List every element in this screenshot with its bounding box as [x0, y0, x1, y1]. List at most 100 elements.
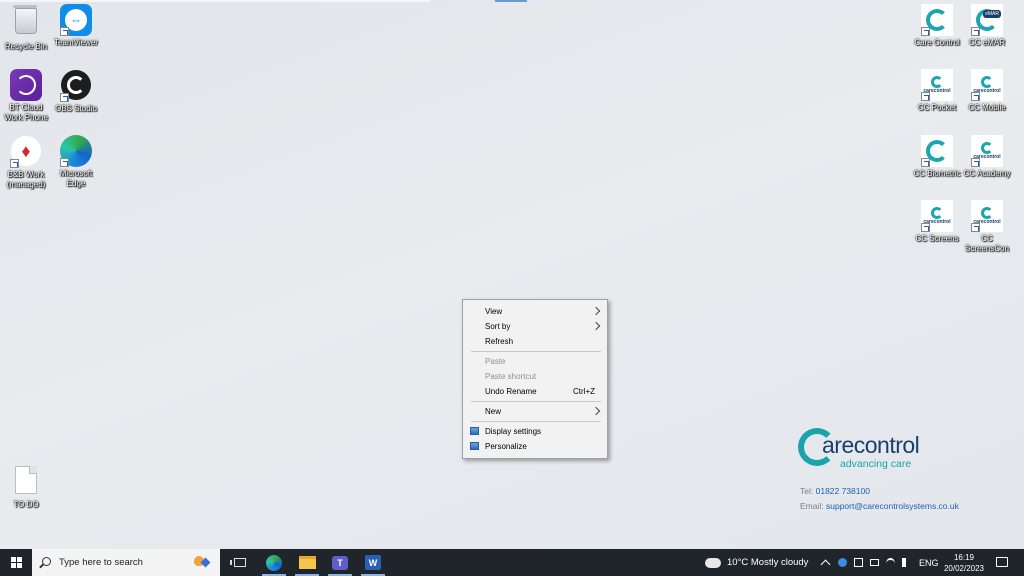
menu-item-refresh[interactable]: Refresh: [463, 334, 607, 349]
menu-item-undo-rename[interactable]: Undo Rename Ctrl+Z: [463, 384, 607, 399]
desktop-icon-label: Recycle Bin: [4, 42, 48, 51]
desktop-icon-cc-academy[interactable]: carecontrol CC Academy: [961, 135, 1013, 179]
tel-value: 01822 738100: [815, 486, 870, 496]
windows-logo-icon: [10, 557, 22, 568]
word-icon: W: [365, 555, 381, 570]
edge-icon: [266, 554, 282, 571]
clock-date: 20/02/2023: [943, 564, 985, 573]
top-edge-marker: [495, 0, 527, 2]
menu-item-label: Undo Rename: [485, 387, 537, 396]
menu-item-label: Refresh: [485, 337, 514, 346]
menu-item-paste[interactable]: Paste: [463, 354, 607, 369]
menu-item-new[interactable]: New: [463, 404, 607, 419]
shortcut-arrow-icon: [60, 27, 69, 36]
desktop-icon-label: CC ScreensCon: [964, 234, 1010, 253]
desktop-icon-obs-studio[interactable]: OBS Studio: [50, 69, 102, 114]
weather-text: 10°C Mostly cloudy: [727, 557, 809, 568]
chevron-up-icon: [820, 559, 831, 570]
desktop-icon-bb-work[interactable]: ♦ B&B Work (managed): [0, 135, 52, 190]
desktop[interactable]: Recycle Bin ⇔ TeamViewer BT Cloud Work P…: [0, 0, 1024, 549]
shortcut-arrow-icon: [921, 27, 930, 36]
task-view-icon: [230, 558, 246, 567]
desktop-icon-bt-cloud-work-phone[interactable]: BT Cloud Work Phone: [0, 69, 52, 123]
personalize-icon: [470, 442, 479, 450]
weather-widget[interactable]: 10°C Mostly cloudy: [703, 549, 809, 576]
desktop-icon-label: CC eMAR: [968, 38, 1005, 47]
battery-icon[interactable]: [870, 559, 879, 566]
contact-tel: Tel: 01822 738100: [800, 486, 870, 496]
notification-icon[interactable]: [996, 557, 1008, 567]
emar-badge: eMAR: [983, 10, 1001, 18]
shortcut-arrow-icon: [921, 223, 930, 232]
menu-item-label: Sort by: [485, 322, 511, 331]
desktop-icon-cc-screenscon[interactable]: carecontrol CC ScreensCon: [961, 200, 1013, 254]
desktop-icon-label: TO DO: [13, 500, 39, 509]
meet-now-icon[interactable]: [854, 558, 863, 567]
clock[interactable]: 16:19 20/02/2023: [943, 552, 985, 574]
recycle-bin-icon: [13, 5, 37, 34]
taskbar-app-file-explorer[interactable]: [291, 549, 323, 576]
menu-item-view[interactable]: View: [463, 304, 607, 319]
shortcut-arrow-icon: [921, 92, 930, 101]
desktop-icon-label: CC Screens: [915, 234, 959, 243]
desktop-icon-cc-pocket[interactable]: carecontrol CC Pocket: [911, 69, 963, 113]
top-edge-line: [0, 0, 430, 2]
volume-muted-icon[interactable]: [902, 558, 911, 567]
menu-separator: [471, 421, 601, 422]
desktop-icon-label: OBS Studio: [55, 104, 97, 113]
desktop-icon-cc-emar[interactable]: eMAR CC eMAR: [961, 4, 1013, 48]
context-menu: View Sort by Refresh Paste Paste shortcu…: [462, 299, 608, 459]
menu-separator: [471, 351, 601, 352]
menu-item-paste-shortcut[interactable]: Paste shortcut: [463, 369, 607, 384]
desktop-icon-label: CC Academy: [963, 169, 1011, 178]
shortcut-arrow-icon: [971, 27, 980, 36]
desktop-icon-cc-screens[interactable]: carecontrol CC Screens: [911, 200, 963, 244]
menu-item-label: New: [485, 407, 502, 416]
desktop-icon-microsoft-edge[interactable]: Microsoft Edge: [50, 135, 102, 189]
desktop-icon-teamviewer[interactable]: ⇔ TeamViewer: [50, 4, 102, 48]
desktop-icon-cc-mobile[interactable]: carecontrol CC Mobile: [961, 69, 1013, 113]
language-indicator[interactable]: ENG: [919, 549, 939, 576]
desktop-icon-label: B&B Work (managed): [6, 170, 46, 189]
desktop-icon-label: CC Pocket: [917, 103, 957, 112]
desktop-icon-recycle-bin[interactable]: Recycle Bin: [0, 4, 52, 52]
folder-icon: [298, 556, 316, 569]
menu-item-label: Paste: [485, 357, 506, 366]
task-view-button[interactable]: [224, 549, 256, 576]
menu-item-display-settings[interactable]: Display settings: [463, 424, 607, 439]
desktop-icon-to-do[interactable]: TO DO: [0, 464, 52, 510]
taskbar-search-box[interactable]: Type here to search: [32, 549, 220, 576]
taskbar-app-edge[interactable]: [258, 549, 290, 576]
menu-separator: [471, 401, 601, 402]
desktop-icon-label: Microsoft Edge: [59, 169, 93, 188]
taskbar-app-teams[interactable]: T: [324, 549, 356, 576]
logo-wordmark: arecontrol: [822, 432, 920, 458]
taskbar-app-word[interactable]: W: [357, 549, 389, 576]
desktop-icon-label: CC Mobile: [968, 103, 1006, 112]
search-placeholder: Type here to search: [59, 557, 143, 568]
menu-item-label: Display settings: [485, 427, 542, 436]
show-hidden-icons-button[interactable]: [820, 549, 831, 576]
tel-label: Tel:: [800, 486, 814, 496]
desktop-icon-label: Care Control: [914, 38, 960, 47]
menu-item-shortcut: Ctrl+Z: [573, 387, 595, 396]
email-value: support@carecontrolsystems.co.uk: [826, 501, 959, 511]
menu-item-label: Paste shortcut: [485, 372, 537, 381]
menu-item-label: Personalize: [485, 442, 527, 451]
shortcut-arrow-icon: [60, 158, 69, 167]
shortcut-arrow-icon: [60, 93, 69, 102]
menu-item-sort-by[interactable]: Sort by: [463, 319, 607, 334]
search-icon: [42, 557, 51, 566]
shortcut-arrow-icon: [971, 92, 980, 101]
wifi-icon[interactable]: [886, 558, 895, 569]
email-label: Email:: [800, 501, 824, 511]
desktop-icon-cc-biometric[interactable]: CC Biometric: [911, 135, 963, 179]
desktop-icon-label: TeamViewer: [54, 38, 98, 47]
desktop-icon-care-control[interactable]: Care Control: [911, 4, 963, 48]
cloud-sync-icon[interactable]: [838, 558, 847, 567]
cloud-sun-icon: [703, 553, 721, 568]
chevron-right-icon: [591, 321, 601, 331]
start-button[interactable]: [0, 549, 32, 576]
logo-tagline: advancing care: [840, 458, 912, 470]
menu-item-personalize[interactable]: Personalize: [463, 439, 607, 454]
